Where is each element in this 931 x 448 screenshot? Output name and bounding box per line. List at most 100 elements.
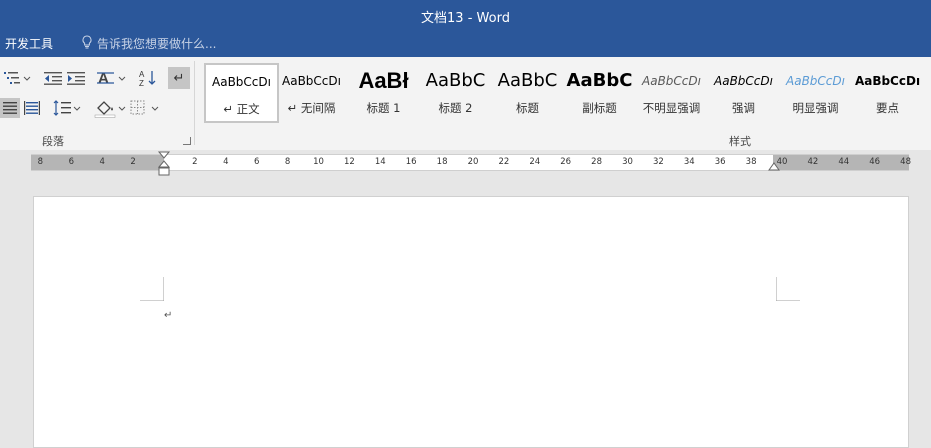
style-preview: AaBbC <box>497 70 558 91</box>
ruler-tick-label: 36 <box>714 157 726 167</box>
title-bar: 文档13 - Word 开发工具 告诉我您想要做什么... <box>0 0 931 57</box>
ruler-tick-label: 2 <box>192 157 198 167</box>
ruler-tick-label: 18 <box>436 157 448 167</box>
ruler-tick-label: 30 <box>622 157 633 167</box>
borders-icon <box>130 100 159 115</box>
style-subtle-emphasis[interactable]: AaBbCcDı 不明显强调 <box>636 64 707 120</box>
ruler-tick-label: 48 <box>900 157 912 167</box>
ruler-tick-label: 8 <box>284 157 291 167</box>
style-preview: AaBbCcDı <box>854 74 921 88</box>
tab-developer[interactable]: 开发工具 <box>5 35 53 52</box>
ruler-tick-label: 44 <box>838 157 850 167</box>
paragraph-group: A A Z ↵ 段落 <box>0 57 194 150</box>
style-name: 标题 2 <box>438 101 473 115</box>
paragraph-mark: ↵ <box>164 310 173 321</box>
style-normal[interactable]: AaBbCcDı ↵ 正文 <box>204 63 279 123</box>
ruler-tick-label: 10 <box>313 157 324 167</box>
ribbon: A A Z ↵ 段落 AaBbCcDı ↵ 正文 AaBbCcDı ↵ 无间隔 … <box>0 57 931 151</box>
ruler-tick-label: 42 <box>807 157 819 167</box>
style-preview: AaBbCcDı <box>714 74 773 88</box>
tell-me-box[interactable]: 告诉我您想要做什么... <box>82 35 216 52</box>
style-name: 不明显强调 <box>642 101 701 115</box>
ruler-tick-label: 38 <box>745 157 757 167</box>
ruler-left-margin <box>31 155 164 170</box>
line-spacing-button[interactable] <box>52 98 82 118</box>
chinese-layout-icon: A <box>97 70 126 87</box>
ruler-tick-label: 6 <box>253 157 260 167</box>
sort-button[interactable]: A Z <box>138 68 158 88</box>
margin-corner-top-right-icon <box>776 277 800 301</box>
style-title[interactable]: AaBbC 标题 <box>492 64 563 120</box>
style-intense-emphasis[interactable]: AaBbCcDı 明显强调 <box>780 64 851 120</box>
group-separator <box>194 61 195 145</box>
multilevel-list-button[interactable] <box>3 69 31 87</box>
ruler-area: 8 6 4 2 2 4 6 8 10 12 14 16 18 20 22 24 26 28 30 32 34 36 38 40… <box>0 150 931 196</box>
style-heading-2[interactable]: AaBbC 标题 2 <box>420 64 491 120</box>
style-name: 强调 <box>732 101 755 115</box>
line-spacing-icon <box>53 100 81 116</box>
chinese-layout-button[interactable]: A <box>96 68 126 88</box>
style-subtitle[interactable]: AaBbC 副标题 <box>564 64 635 120</box>
ruler-tick-label: 4 <box>223 157 229 167</box>
style-preview: AaBbCcDı <box>642 74 701 88</box>
distributed-align-button[interactable] <box>22 98 42 118</box>
styles-gallery: AaBbCcDı ↵ 正文 AaBbCcDı ↵ 无间隔 AaBł 标题 1 A… <box>200 62 931 124</box>
style-preview: AaBbCcDı <box>282 74 341 88</box>
svg-text:A: A <box>139 70 145 79</box>
style-name: ↵ 正文 <box>223 102 260 116</box>
style-preview: AaBł <box>358 68 409 93</box>
borders-button[interactable] <box>130 98 160 118</box>
ruler-tick-label: 16 <box>405 157 417 167</box>
right-indent-marker-icon[interactable] <box>768 161 780 171</box>
show-hide-marks-button[interactable]: ↵ <box>168 67 190 89</box>
style-heading-1[interactable]: AaBł 标题 1 <box>348 64 419 120</box>
style-emphasis[interactable]: AaBbCcDı 强调 <box>708 64 779 120</box>
style-name: 副标题 <box>582 101 617 115</box>
increase-indent-button[interactable] <box>66 69 86 87</box>
multilevel-list-icon <box>4 72 31 84</box>
decrease-indent-icon <box>44 72 62 85</box>
paragraph-group-label: 段落 <box>42 135 64 148</box>
lightbulb-icon <box>82 35 92 52</box>
style-preview: AaBbC <box>566 70 633 91</box>
indent-markers-icon[interactable] <box>157 151 171 177</box>
align-justify-icon <box>3 102 17 114</box>
ruler-tick-label: 26 <box>560 157 572 167</box>
increase-indent-icon <box>67 72 85 85</box>
ruler-tick-label: 32 <box>652 157 664 167</box>
sort-az-icon: A Z <box>139 70 156 87</box>
margin-corner-top-left-icon <box>140 277 164 301</box>
ruler-tick-label: 24 <box>529 157 541 167</box>
ruler-tick-label: 12 <box>343 157 355 167</box>
style-name: 要点 <box>876 101 899 115</box>
ruler-tick-label: 4 <box>99 157 105 167</box>
style-preview: AaBbC <box>425 70 486 91</box>
ruler-tick-label: 28 <box>591 157 603 167</box>
paragraph-mark-icon: ↵ <box>173 70 185 86</box>
align-justify-button[interactable] <box>0 98 20 118</box>
style-preview: AaBbCcDı <box>212 75 271 89</box>
style-name: 标题 <box>516 101 539 115</box>
decrease-indent-button[interactable] <box>43 69 63 87</box>
document-page[interactable]: ↵ <box>33 196 909 448</box>
style-strong[interactable]: AaBbCcDı 要点 <box>852 64 923 120</box>
style-no-spacing[interactable]: AaBbCcDı ↵ 无间隔 <box>276 64 347 120</box>
tell-me-placeholder: 告诉我您想要做什么... <box>97 37 217 51</box>
ruler-tick-label: 2 <box>130 157 136 167</box>
window-title: 文档13 - Word <box>421 11 510 26</box>
style-preview: AaBbCcDı <box>786 74 845 88</box>
distributed-align-icon <box>24 101 40 115</box>
paragraph-dialog-launcher-icon[interactable] <box>183 137 191 145</box>
ruler-tick-label: 46 <box>869 157 881 167</box>
svg-text:Z: Z <box>139 79 144 87</box>
paint-bucket-icon <box>94 101 126 118</box>
style-name: 标题 1 <box>366 101 401 115</box>
ruler-tick-label: 34 <box>683 157 695 167</box>
ruler-tick-label: 20 <box>467 157 479 167</box>
style-name: ↵ 无间隔 <box>287 101 336 115</box>
styles-group-label: 样式 <box>729 135 751 148</box>
ruler-tick-label: 8 <box>37 157 44 167</box>
style-name: 明显强调 <box>792 101 839 115</box>
shading-button[interactable] <box>94 97 126 119</box>
ruler-tick-label: 22 <box>498 157 510 167</box>
